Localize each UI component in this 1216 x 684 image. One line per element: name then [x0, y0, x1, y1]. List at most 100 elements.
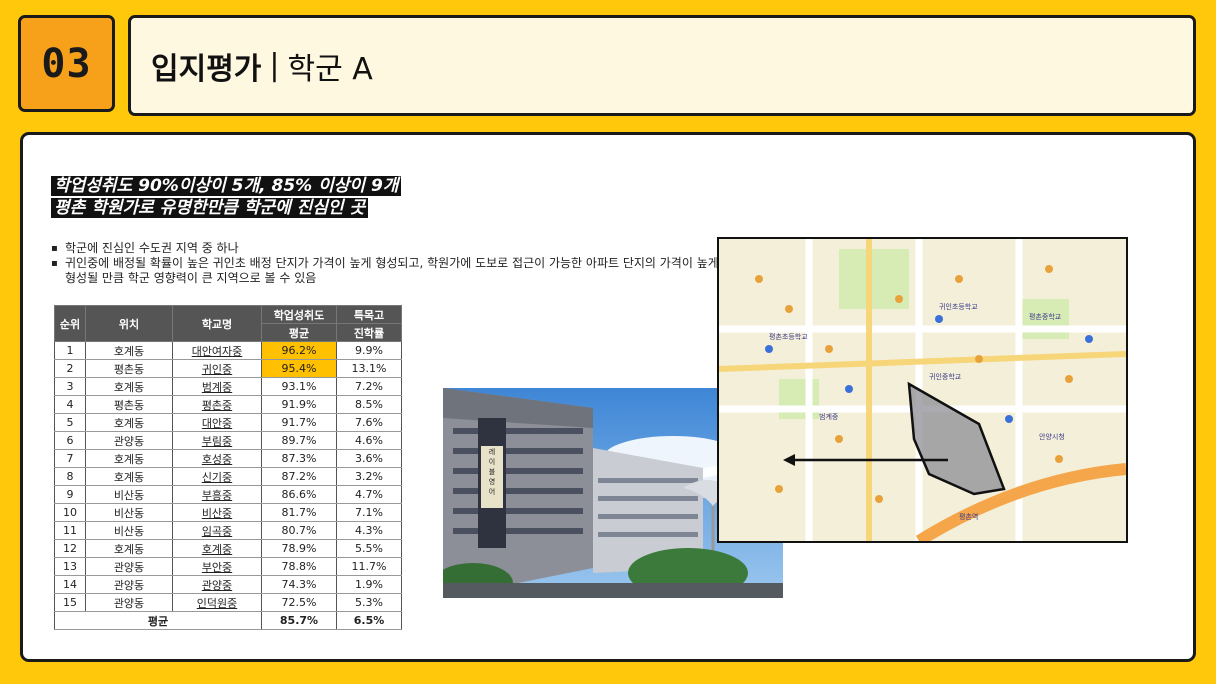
rank-cell: 15: [54, 593, 86, 612]
rank-cell: 2: [54, 359, 86, 378]
rank-cell: 3: [54, 377, 86, 396]
rate-cell: 1.9%: [336, 575, 402, 594]
school-cell: 부림중: [172, 431, 262, 450]
achievement-cell: 95.4%: [261, 359, 337, 378]
table-row: 12 호계동 호계중 78.9% 5.5%: [54, 539, 402, 558]
table-row: 2 평촌동 귀인중 95.4% 13.1%: [54, 359, 402, 378]
table-row: 13 관양동 부안중 78.8% 11.7%: [54, 557, 402, 576]
location-cell: 비산동: [85, 521, 173, 540]
location-cell: 호계동: [85, 539, 173, 558]
bullet-item: 학군에 진심인 수도권 지역 중 하나: [51, 241, 731, 256]
achievement-cell: 87.2%: [261, 467, 337, 486]
headline-line-1: 학업성취도 90%이상이 5개, 85% 이상이 9개: [51, 176, 402, 196]
location-map: 평촌초등학교 귀인중학교 범계중 귀인초등학교 평촌중학교 안양시청 평촌역: [717, 237, 1128, 543]
school-cell: 호계중: [172, 539, 262, 558]
location-cell: 평촌동: [85, 395, 173, 414]
rank-cell: 10: [54, 503, 86, 522]
header-rate: 진학률: [336, 323, 402, 342]
section-number: 03: [41, 40, 92, 87]
page-title: 입지평가 | 학군 A: [128, 15, 1196, 116]
achievement-cell: 81.7%: [261, 503, 337, 522]
achievement-cell: 91.9%: [261, 395, 337, 414]
location-cell: 관양동: [85, 593, 173, 612]
rank-cell: 4: [54, 395, 86, 414]
map-label: 범계중: [819, 412, 839, 421]
achievement-cell: 74.3%: [261, 575, 337, 594]
school-cell: 부흥중: [172, 485, 262, 504]
location-cell: 호계동: [85, 449, 173, 468]
bullet-list: 학군에 진심인 수도권 지역 중 하나 귀인중에 배정될 확률이 높은 귀인초 …: [51, 241, 731, 286]
rate-cell: 7.1%: [336, 503, 402, 522]
header-special: 특목고: [336, 305, 402, 324]
table-body: 1 호계동 대안여자중 96.2% 9.9% 2 평촌동 귀인중 95.4% 13.1% 3 호계동 범…: [54, 341, 402, 612]
rate-cell: 8.5%: [336, 395, 402, 414]
achievement-cell: 78.8%: [261, 557, 337, 576]
achievement-cell: 93.1%: [261, 377, 337, 396]
title-separator: |: [269, 48, 280, 83]
header-location: 위치: [85, 305, 173, 342]
rank-cell: 11: [54, 521, 86, 540]
achievement-cell: 89.7%: [261, 431, 337, 450]
headline: 학업성취도 90%이상이 5개, 85% 이상이 9개 평촌 학원가로 유명한만…: [51, 175, 481, 219]
table-row: 14 관양동 관양중 74.3% 1.9%: [54, 575, 402, 594]
header-achievement: 학업성취도: [261, 305, 337, 324]
rank-cell: 14: [54, 575, 86, 594]
section-number-badge: 03: [18, 15, 115, 112]
average-label: 평균: [54, 611, 262, 630]
headline-line-2: 평촌 학원가로 유명한만큼 학군에 진심인 곳: [51, 198, 369, 218]
rank-cell: 1: [54, 341, 86, 360]
map-image: 평촌초등학교 귀인중학교 범계중 귀인초등학교 평촌중학교 안양시청 평촌역: [719, 239, 1126, 541]
rate-cell: 9.9%: [336, 341, 402, 360]
school-cell: 임곡중: [172, 521, 262, 540]
average-rate: 6.5%: [336, 611, 402, 630]
rank-cell: 9: [54, 485, 86, 504]
header-rank: 순위: [54, 305, 86, 342]
rate-cell: 3.6%: [336, 449, 402, 468]
rate-cell: 5.5%: [336, 539, 402, 558]
map-label: 평촌중학교: [1029, 312, 1062, 321]
achievement-cell: 78.9%: [261, 539, 337, 558]
table-row: 6 관양동 부림중 89.7% 4.6%: [54, 431, 402, 450]
achievement-cell: 96.2%: [261, 341, 337, 360]
map-label: 귀인중학교: [929, 372, 962, 381]
school-cell: 대안중: [172, 413, 262, 432]
rank-cell: 8: [54, 467, 86, 486]
school-cell: 신기중: [172, 467, 262, 486]
school-cell: 귀인중: [172, 359, 262, 378]
rank-cell: 6: [54, 431, 86, 450]
school-cell: 평촌중: [172, 395, 262, 414]
achievement-cell: 91.7%: [261, 413, 337, 432]
rate-cell: 4.3%: [336, 521, 402, 540]
school-cell: 호성중: [172, 449, 262, 468]
location-cell: 비산동: [85, 503, 173, 522]
content-panel: 학업성취도 90%이상이 5개, 85% 이상이 9개 평촌 학원가로 유명한만…: [20, 132, 1196, 662]
location-cell: 호계동: [85, 467, 173, 486]
table-row: 9 비산동 부흥중 86.6% 4.7%: [54, 485, 402, 504]
table-row: 10 비산동 비산중 81.7% 7.1%: [54, 503, 402, 522]
map-label: 귀인초등학교: [939, 302, 978, 311]
header-school: 학교명: [172, 305, 262, 342]
title-sub: 학군 A: [287, 51, 373, 87]
rate-cell: 4.6%: [336, 431, 402, 450]
location-cell: 평촌동: [85, 359, 173, 378]
table-average-row: 평균 85.7% 6.5%: [54, 611, 402, 630]
achievement-cell: 72.5%: [261, 593, 337, 612]
location-cell: 호계동: [85, 377, 173, 396]
table-row: 8 호계동 신기중 87.2% 3.2%: [54, 467, 402, 486]
table-row: 3 호계동 범계중 93.1% 7.2%: [54, 377, 402, 396]
school-cell: 범계중: [172, 377, 262, 396]
map-label: 안양시청: [1039, 432, 1065, 441]
school-cell: 관양중: [172, 575, 262, 594]
location-cell: 관양동: [85, 431, 173, 450]
location-cell: 관양동: [85, 557, 173, 576]
school-cell: 부안중: [172, 557, 262, 576]
table-row: 15 관양동 인덕원중 72.5% 5.3%: [54, 593, 402, 612]
arrow-icon: [783, 454, 948, 466]
table-row: 5 호계동 대안중 91.7% 7.6%: [54, 413, 402, 432]
building-sign: 레이블영어: [489, 447, 496, 496]
rank-cell: 12: [54, 539, 86, 558]
rank-cell: 5: [54, 413, 86, 432]
school-ranking-table: 순위 위치 학교명 학업성취도 특목고 평균 진학률 1 호계동 대안여자중 96.2…: [54, 305, 402, 630]
achievement-cell: 80.7%: [261, 521, 337, 540]
rate-cell: 7.2%: [336, 377, 402, 396]
